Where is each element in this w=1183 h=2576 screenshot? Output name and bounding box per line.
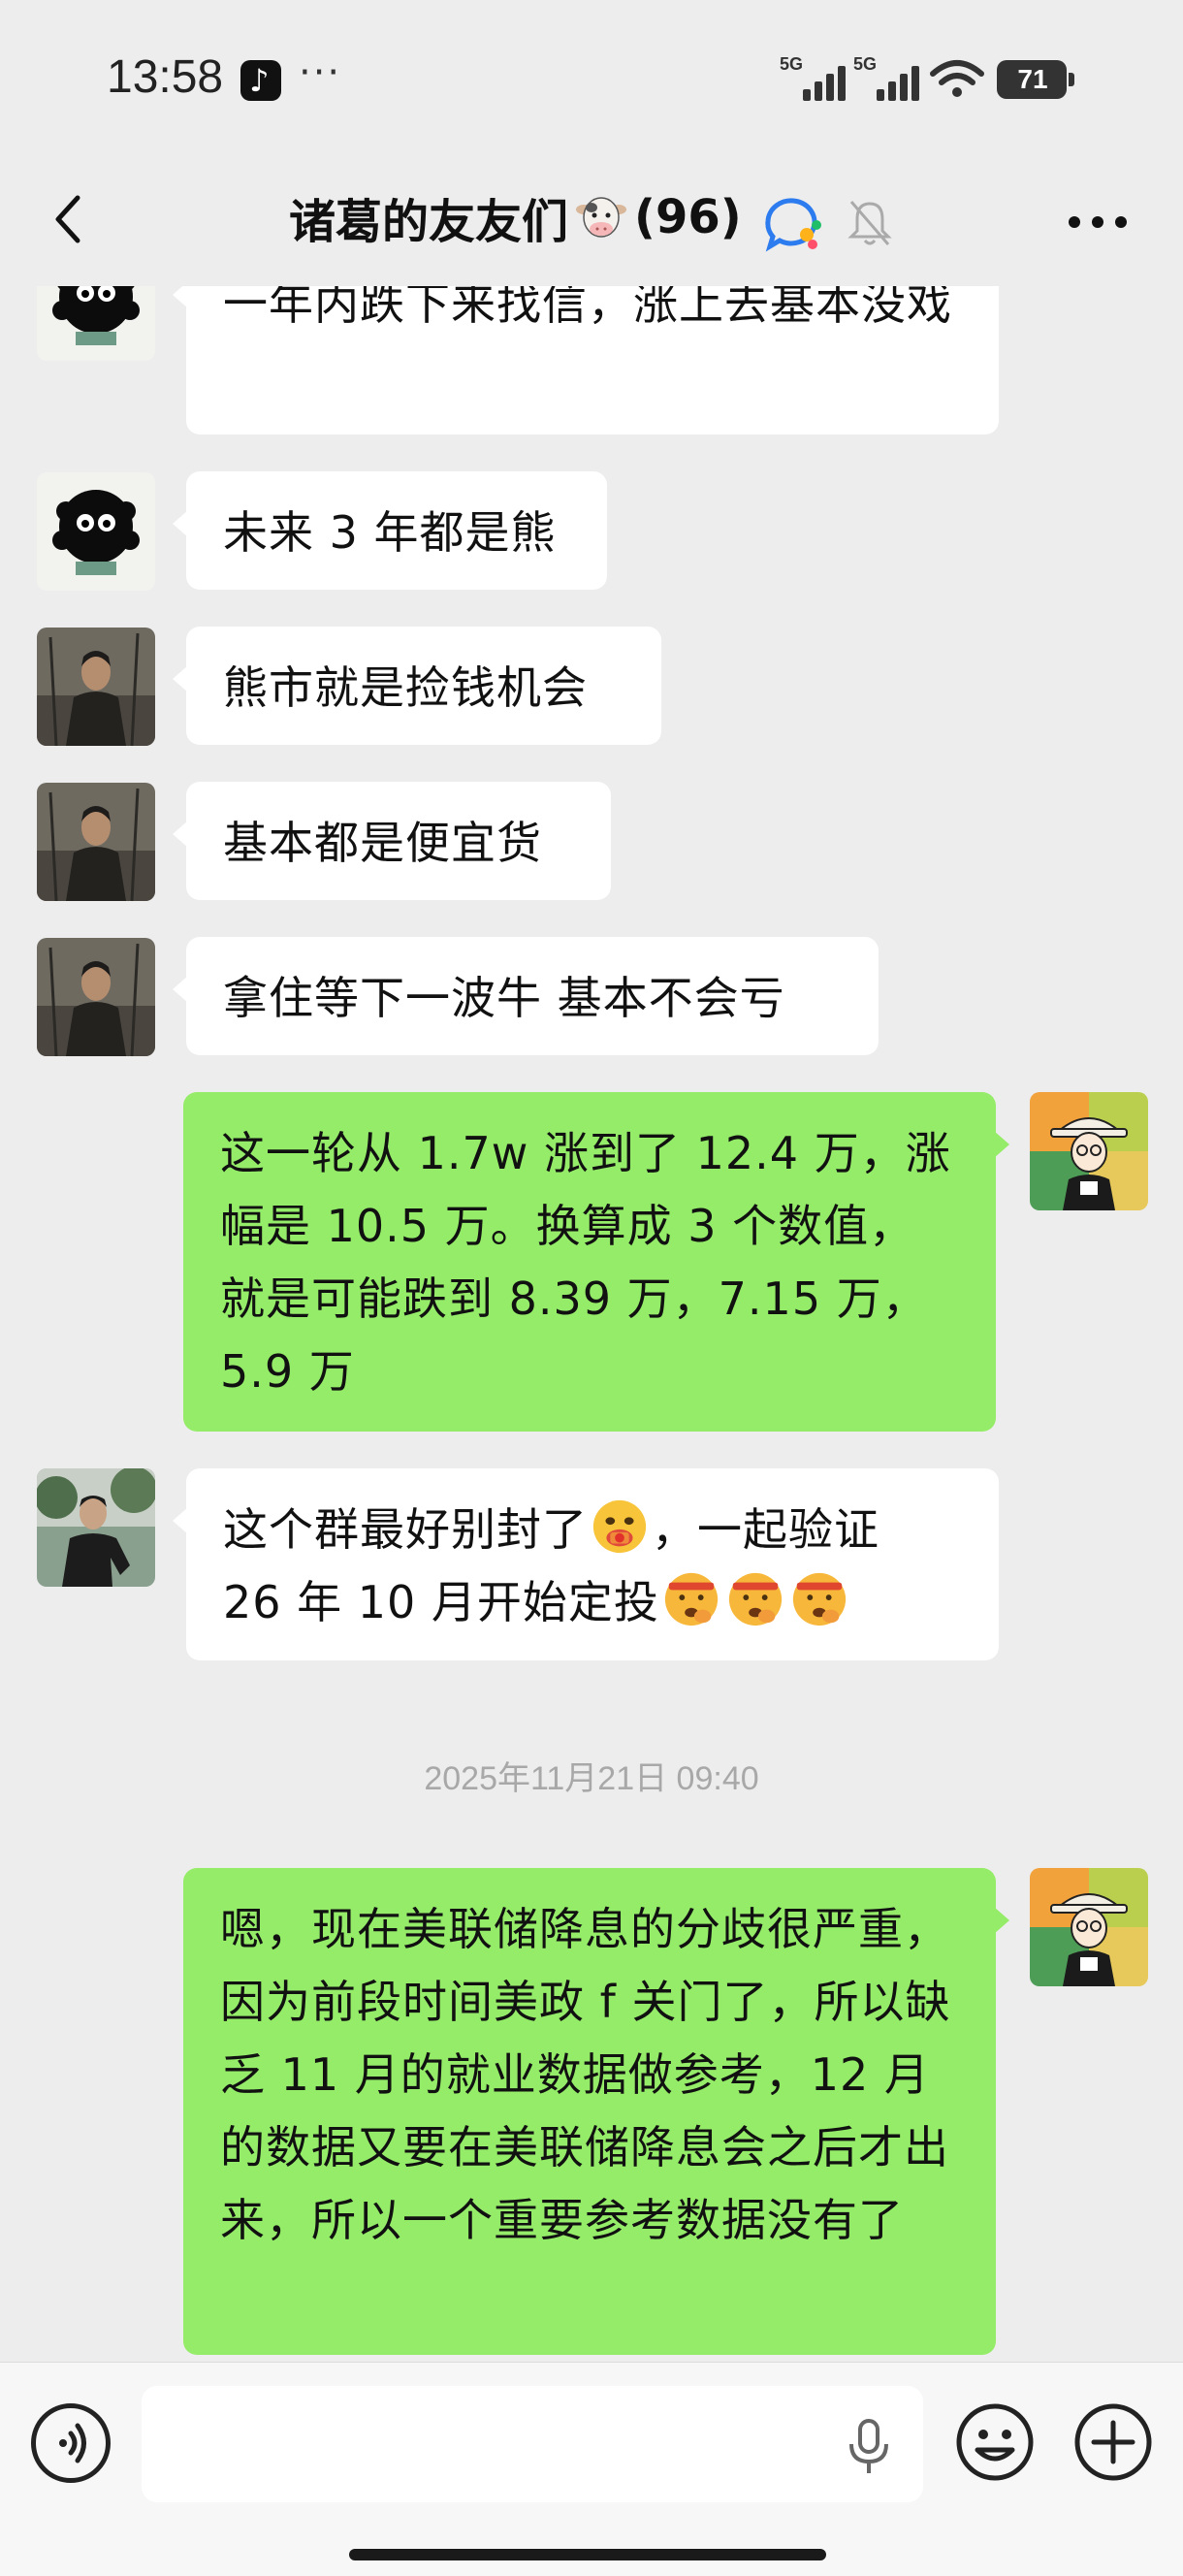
avatar-soot-sprite[interactable]: [37, 472, 155, 591]
mic-icon[interactable]: [844, 2417, 894, 2477]
wifi-icon: [930, 60, 984, 97]
emoji-icon[interactable]: [954, 2401, 1036, 2483]
battery-level: 71: [1017, 64, 1048, 94]
status-bar: 13:58 ··· 5G 5G 71: [0, 0, 1183, 155]
signal-label: 5G: [853, 54, 878, 74]
home-indicator[interactable]: [349, 2549, 826, 2560]
message-bubble[interactable]: 熊市就是捡钱机会: [173, 627, 661, 745]
message-timestamp: 2025年11月21日 09:40: [424, 1760, 759, 1797]
signal-5g-icon: 5G: [780, 54, 846, 101]
message-bubble[interactable]: 未来 3 年都是熊: [173, 471, 607, 590]
money-mouth-emoji-icon: [592, 1499, 647, 1554]
message-bubble[interactable]: 这一轮从 1.7w 涨到了 12.4 万，涨幅是 10.5 万。换算成 3 个数…: [183, 1092, 1009, 1432]
cow-emoji-icon: [576, 197, 627, 238]
shushing-emoji-icon: [728, 1572, 783, 1626]
chat-title[interactable]: 诸葛的友友们 (96): [289, 188, 742, 249]
shushing-emoji-icon: [792, 1572, 847, 1626]
avatar-warrior[interactable]: [37, 783, 155, 901]
battery-icon: 71: [997, 60, 1074, 99]
mute-bell-icon: [847, 201, 892, 245]
avatar-cartoon-hat[interactable]: [1030, 1092, 1148, 1210]
chat-message-list[interactable]: 一年内跌下来找信，涨上去基本没戏 未来 3 年都是熊 熊市就是捡钱机会 基本都是…: [0, 0, 1183, 2362]
message-input-bar: [0, 2362, 1183, 2576]
message-text: 这个群最好别封了: [223, 1503, 588, 1556]
status-more-icon: ···: [299, 50, 342, 95]
avatar-man-photo[interactable]: [37, 1468, 155, 1587]
voice-icon[interactable]: [31, 2403, 111, 2483]
message-bubble[interactable]: 基本都是便宜货: [173, 782, 611, 900]
ai-assistant-icon[interactable]: [760, 192, 826, 254]
more-icon[interactable]: [1067, 215, 1129, 229]
message-text: 26 年 10 月开始定投: [223, 1576, 659, 1628]
group-name: 诸葛的友友们: [289, 195, 569, 249]
message-text: ，一起验证: [652, 1503, 879, 1556]
chat-header: 诸葛的友友们 (96): [0, 155, 1183, 286]
add-icon[interactable]: [1072, 2401, 1154, 2483]
shushing-emoji-icon: [664, 1572, 719, 1626]
signal-5g-icon: 5G: [853, 54, 919, 101]
member-count: (96): [634, 190, 742, 244]
avatar-cartoon-hat[interactable]: [1030, 1868, 1148, 1986]
message-bubble[interactable]: 这个群最好别封了 ，一起验证 26 年 10 月开始定投: [173, 1468, 999, 1660]
message-bubble[interactable]: 嗯，现在美联储降息的分歧很严重，因为前段时间美政 f 关门了，所以缺乏 11 月…: [183, 1868, 1009, 2355]
tiktok-icon: [240, 60, 281, 101]
message-bubble[interactable]: 拿住等下一波牛 基本不会亏: [173, 937, 879, 1055]
avatar-warrior[interactable]: [37, 938, 155, 1056]
signal-label: 5G: [780, 54, 804, 74]
avatar-warrior[interactable]: [37, 628, 155, 746]
back-icon[interactable]: [47, 190, 91, 248]
message-input[interactable]: [142, 2386, 923, 2502]
status-time: 13:58: [107, 51, 224, 103]
